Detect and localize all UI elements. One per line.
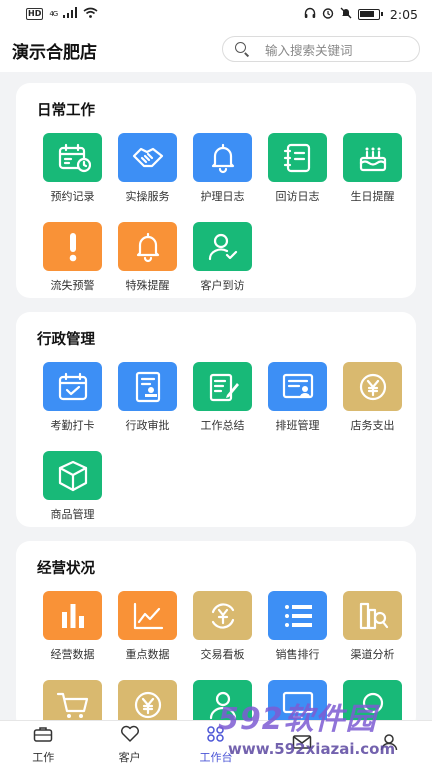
section-title: 行政管理	[37, 332, 95, 348]
section-admin-management: 行政管理 考勤打卡 行政审批 工作总结 排班管理 店务支出商品管理	[16, 312, 416, 527]
bell-icon	[118, 222, 177, 271]
search-input[interactable]: 输入搜索关键词	[265, 40, 353, 59]
feature-tile[interactable]: 回访日志	[260, 133, 335, 204]
status-bar: HD 4G 2:05	[0, 0, 432, 28]
tab-label: 工作台	[199, 750, 233, 764]
feature-label: 销售排行	[275, 648, 320, 661]
handshake-icon	[118, 133, 177, 182]
feature-label: 商品管理	[50, 508, 95, 521]
yen-exchange-icon	[193, 591, 252, 640]
feature-label: 经营数据	[50, 648, 95, 661]
feature-tile[interactable]: 排班管理	[260, 362, 335, 433]
feature-tile[interactable]: 预约记录	[35, 133, 110, 204]
feature-label: 实操服务	[125, 190, 170, 203]
clock-time: 2:05	[389, 6, 418, 22]
tab-customers[interactable]: 客户	[86, 721, 172, 768]
feature-tile[interactable]: 实操服务	[110, 133, 185, 204]
tab-messages[interactable]	[259, 721, 345, 768]
person-icon	[379, 733, 399, 755]
tab-label: 工作	[32, 750, 55, 764]
feature-label: 工作总结	[200, 419, 245, 432]
notebook-icon	[268, 133, 327, 182]
feature-tile[interactable]: 经营数据	[35, 591, 110, 662]
feature-tile[interactable]: 护理日志	[185, 133, 260, 204]
section-title: 日常工作	[37, 103, 95, 119]
feature-label: 重点数据	[125, 648, 170, 661]
doc-pen-icon	[193, 362, 252, 411]
headphones-icon	[304, 7, 316, 22]
alarm-icon	[322, 7, 334, 22]
feature-tile[interactable]: 流失预警	[35, 222, 110, 293]
battery-icon	[357, 8, 383, 20]
feature-label: 渠道分析	[350, 648, 395, 661]
network-type: 4G	[49, 10, 58, 18]
feature-tile[interactable]: 考勤打卡	[35, 362, 110, 433]
feature-label: 交易看板	[200, 648, 245, 661]
tab-label: 客户	[118, 750, 141, 764]
birthday-cake-icon	[343, 133, 402, 182]
store-title: 演示合肥店	[12, 42, 97, 63]
box-icon	[43, 451, 102, 500]
feature-label: 客户到访	[200, 279, 245, 292]
feature-tile[interactable]: 生日提醒	[335, 133, 410, 204]
feature-label: 流失预警	[50, 279, 95, 292]
feature-tile[interactable]: 销售排行	[260, 591, 335, 662]
briefcase-icon	[33, 725, 53, 747]
feature-label: 排班管理	[275, 419, 320, 432]
channel-analysis-icon	[343, 591, 402, 640]
mail-icon	[292, 733, 312, 755]
feature-label: 特殊提醒	[125, 279, 170, 292]
search-bar[interactable]: 输入搜索关键词	[222, 36, 420, 62]
feature-tile[interactable]: 商品管理	[35, 451, 110, 522]
section-daily-work: 日常工作 预约记录 实操服务 护理日志 回访日志 生日提醒流失预警 特殊提醒 客户到访	[16, 83, 416, 298]
feature-label: 店务支出	[350, 419, 395, 432]
feature-label: 预约记录	[50, 190, 95, 203]
wifi-icon	[83, 7, 98, 21]
calendar-check-icon	[43, 362, 102, 411]
line-chart-icon	[118, 591, 177, 640]
feature-tile[interactable]: 特殊提醒	[110, 222, 185, 293]
calendar-clock-icon	[43, 133, 102, 182]
mute-icon	[340, 7, 352, 22]
bell-icon	[193, 133, 252, 182]
feature-label: 护理日志	[200, 190, 245, 203]
yen-coin-icon	[343, 362, 402, 411]
app-header: 演示合肥店 输入搜索关键词	[0, 28, 432, 72]
exclamation-icon	[43, 222, 102, 271]
user-check-icon	[193, 222, 252, 271]
list-icon	[268, 591, 327, 640]
feature-tile[interactable]: 客户到访	[185, 222, 260, 293]
feature-tile[interactable]: 工作总结	[185, 362, 260, 433]
feature-tile[interactable]: 渠道分析	[335, 591, 410, 662]
grid-icon	[206, 725, 226, 747]
feature-label: 回访日志	[275, 190, 320, 203]
hd-badge: HD	[26, 8, 44, 20]
heart-icon	[120, 725, 140, 747]
bottom-tab-bar: 工作 客户 工作台	[0, 720, 432, 768]
feature-label: 行政审批	[125, 419, 170, 432]
signal-icon	[63, 7, 78, 21]
tab-work[interactable]: 工作	[0, 721, 86, 768]
feature-label: 生日提醒	[350, 190, 395, 203]
feature-label: 考勤打卡	[50, 419, 95, 432]
tab-workbench[interactable]: 工作台	[173, 721, 259, 768]
section-business-status: 经营状况 经营数据 重点数据 交易看板 销售排行 渠道分析	[16, 541, 416, 731]
approval-doc-icon	[118, 362, 177, 411]
feature-tile[interactable]: 店务支出	[335, 362, 410, 433]
tab-profile[interactable]	[346, 721, 432, 768]
feature-tile[interactable]: 行政审批	[110, 362, 185, 433]
feature-tile[interactable]: 重点数据	[110, 591, 185, 662]
bar-chart-icon	[43, 591, 102, 640]
section-title: 经营状况	[37, 561, 95, 577]
schedule-icon	[268, 362, 327, 411]
search-icon	[235, 42, 249, 56]
feature-tile[interactable]: 交易看板	[185, 591, 260, 662]
